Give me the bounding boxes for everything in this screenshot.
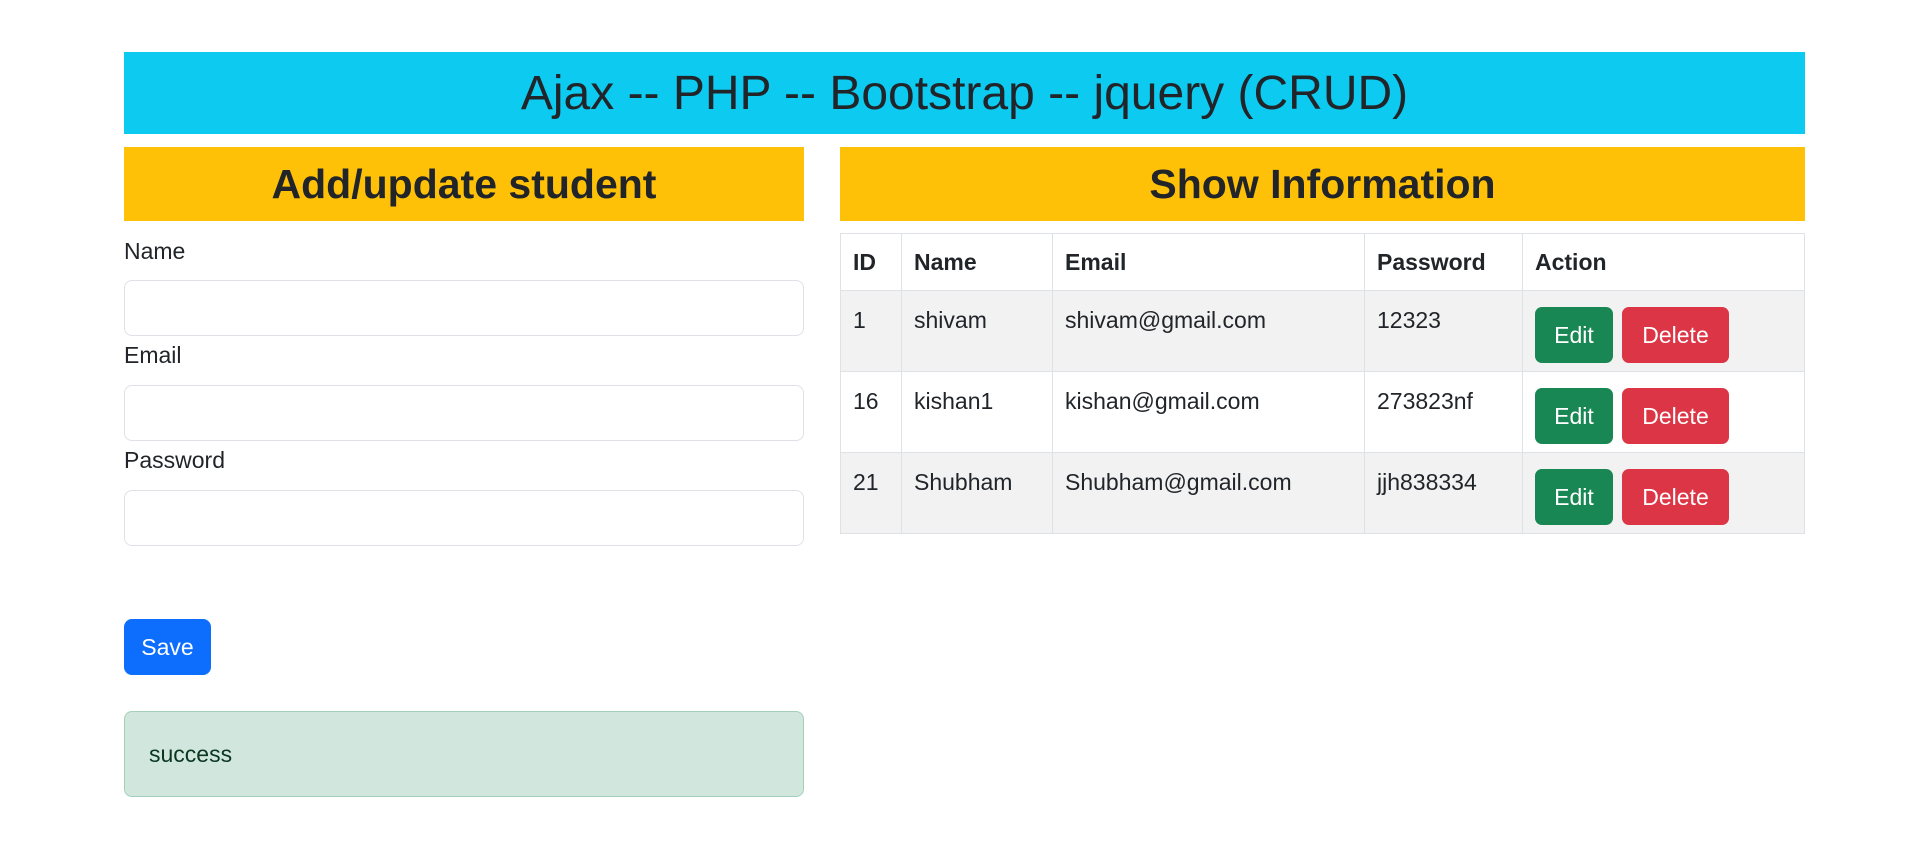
- cell-id: 21: [840, 452, 902, 534]
- email-input[interactable]: [124, 385, 804, 441]
- column-header-name: Name: [901, 233, 1053, 291]
- cell-email: kishan@gmail.com: [1052, 371, 1365, 453]
- table-row: 16 kishan1 kishan@gmail.com 273823nf Edi…: [840, 371, 1805, 453]
- cell-action: Edit Delete: [1522, 371, 1805, 453]
- cell-email: shivam@gmail.com: [1052, 290, 1365, 372]
- email-label: Email: [124, 342, 182, 368]
- students-table: ID Name Email Password Action 1 shivam s…: [840, 233, 1805, 534]
- password-input[interactable]: [124, 490, 804, 546]
- name-label: Name: [124, 238, 186, 264]
- cell-id: 16: [840, 371, 902, 453]
- page-header: Ajax -- PHP -- Bootstrap -- jquery (CRUD…: [124, 52, 1805, 134]
- cell-name: kishan1: [901, 371, 1053, 453]
- column-header-email: Email: [1052, 233, 1365, 291]
- column-header-password: Password: [1364, 233, 1523, 291]
- table-row: 1 shivam shivam@gmail.com 12323 Edit Dele…: [840, 290, 1805, 372]
- delete-button[interactable]: Delete: [1622, 388, 1729, 444]
- form-title: Add/update student: [124, 147, 804, 221]
- cell-name: Shubham: [901, 452, 1053, 534]
- column-header-action: Action: [1522, 233, 1805, 291]
- edit-button[interactable]: Edit: [1535, 469, 1613, 525]
- table-header-row: ID Name Email Password Action: [840, 233, 1805, 291]
- cell-email: Shubham@gmail.com: [1052, 452, 1365, 534]
- cell-id: 1: [840, 290, 902, 372]
- cell-password: 12323: [1364, 290, 1523, 372]
- delete-button[interactable]: Delete: [1622, 307, 1729, 363]
- cell-password: 273823nf: [1364, 371, 1523, 453]
- info-title: Show Information: [840, 147, 1805, 221]
- cell-name: shivam: [901, 290, 1053, 372]
- edit-button[interactable]: Edit: [1535, 307, 1613, 363]
- table-row: 21 Shubham Shubham@gmail.com jjh838334 E…: [840, 452, 1805, 534]
- success-alert: success: [124, 711, 804, 797]
- edit-button[interactable]: Edit: [1535, 388, 1613, 444]
- name-input[interactable]: [124, 280, 804, 336]
- password-label: Password: [124, 447, 225, 473]
- cell-action: Edit Delete: [1522, 452, 1805, 534]
- cell-action: Edit Delete: [1522, 290, 1805, 372]
- save-button[interactable]: Save: [124, 619, 211, 675]
- cell-password: jjh838334: [1364, 452, 1523, 534]
- column-header-id: ID: [840, 233, 902, 291]
- delete-button[interactable]: Delete: [1622, 469, 1729, 525]
